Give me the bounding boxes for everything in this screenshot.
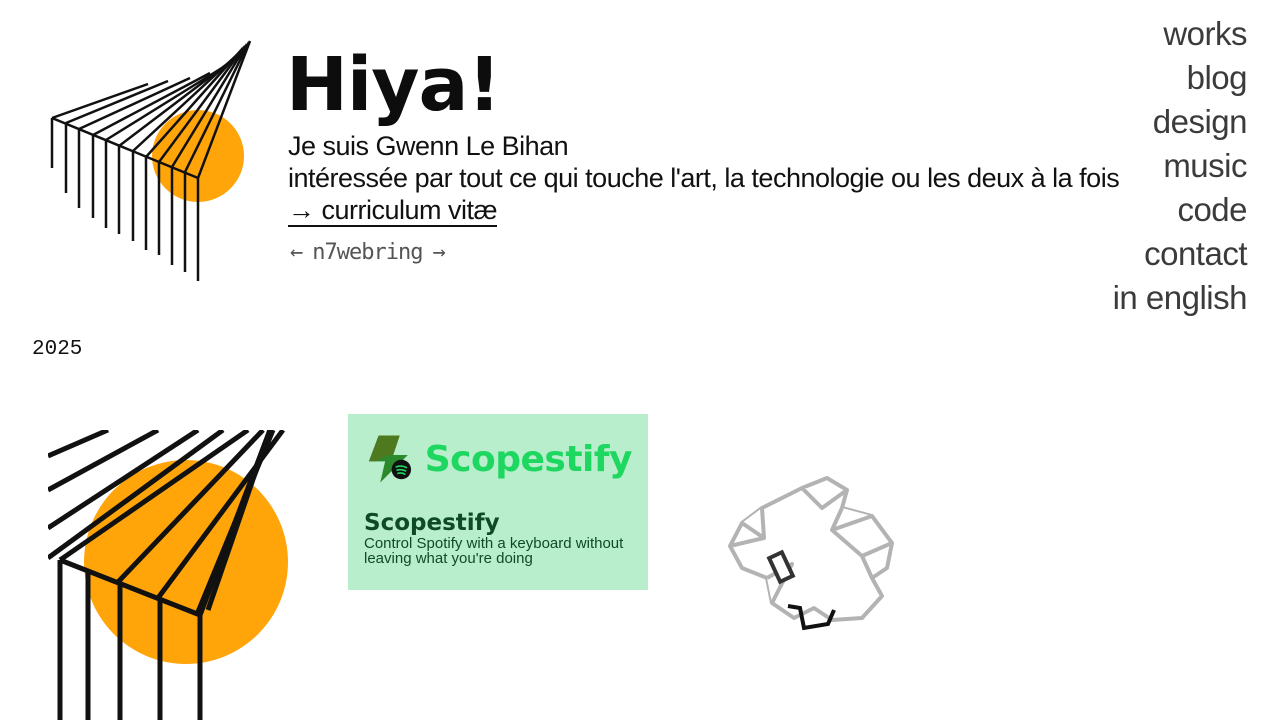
nav-works[interactable]: works <box>1163 12 1247 56</box>
webring-next-arrow[interactable]: → <box>432 240 445 265</box>
webring-name-link[interactable]: n7webring <box>312 240 423 265</box>
main-nav: works blog design music code contact in … <box>1113 12 1248 320</box>
year-heading: 2025 <box>32 338 83 361</box>
card-brand-text: Scopestify <box>424 438 633 480</box>
webring: ← n7webring → <box>290 240 446 265</box>
intro-text: Je suis Gwenn Le Bihan intéressée par to… <box>288 130 1248 227</box>
nav-design[interactable]: design <box>1153 100 1248 144</box>
nav-code[interactable]: code <box>1177 188 1247 232</box>
nav-contact[interactable]: contact <box>1144 232 1247 276</box>
cv-link[interactable]: → curriculum vitæ <box>288 195 498 227</box>
intro-name: Je suis Gwenn Le Bihan <box>288 131 569 161</box>
work-card-scopestify[interactable]: Scopestify Scopestify Control Spotify wi… <box>348 414 648 590</box>
nav-music[interactable]: music <box>1163 144 1247 188</box>
page-title: Hiya! <box>286 42 501 128</box>
work-logo-artwork[interactable] <box>48 430 293 720</box>
scopestify-logo-icon <box>368 435 412 483</box>
logo-icon[interactable] <box>40 38 255 283</box>
card-title: Scopestify <box>364 510 500 536</box>
intro-description: intéressée par tout ce qui touche l'art,… <box>288 163 1120 193</box>
nav-blog[interactable]: blog <box>1187 56 1248 100</box>
webring-prev-arrow[interactable]: ← <box>290 240 303 265</box>
card-description: Control Spotify with a keyboard without … <box>364 535 624 567</box>
work-gear-sketch[interactable] <box>722 468 902 643</box>
nav-english[interactable]: in english <box>1113 276 1248 320</box>
card-banner: Scopestify <box>364 428 633 490</box>
